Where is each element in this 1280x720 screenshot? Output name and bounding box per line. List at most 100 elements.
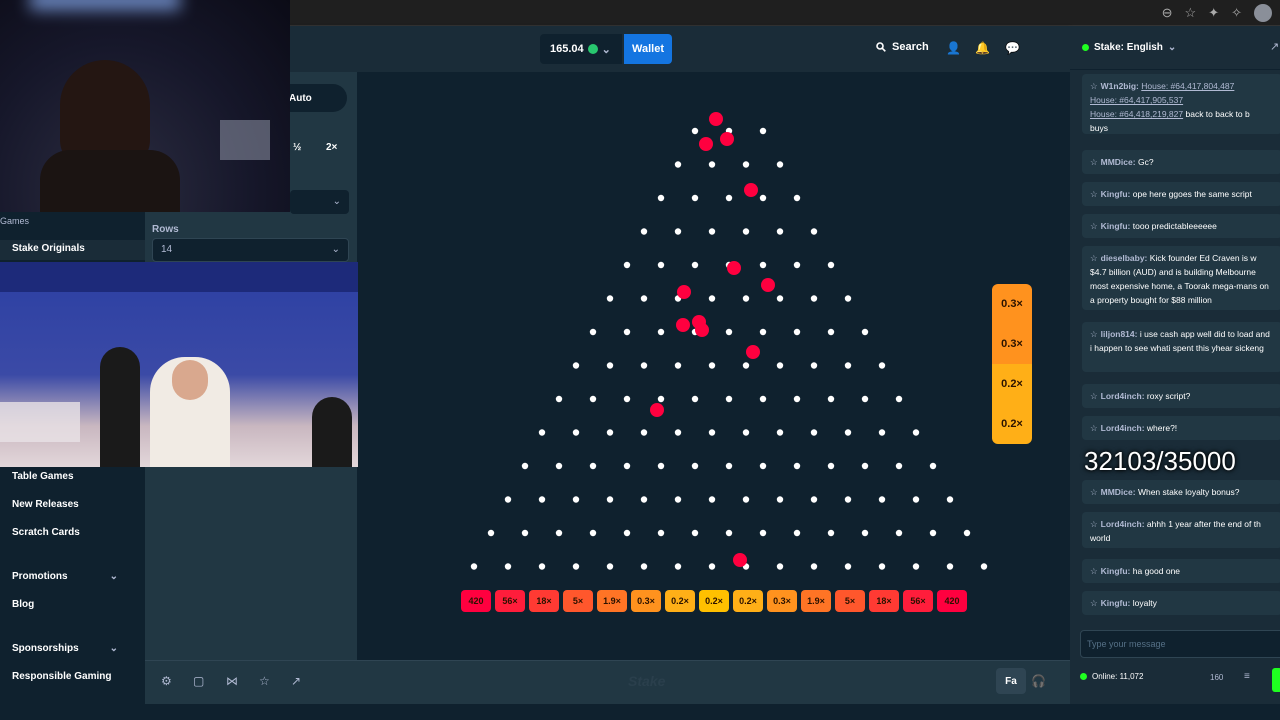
peg [606,429,614,436]
favourite-star-icon[interactable]: ☆ [259,674,270,688]
chat-username[interactable]: Kingfu: [1101,189,1131,199]
wallet-button[interactable]: Wallet [624,34,672,64]
peg [589,395,597,403]
profile-avatar[interactable] [1254,4,1272,22]
chat-text: When stake loyalty bonus? [1137,487,1240,497]
multiplier-bin: 0.3× [767,590,797,612]
half-bet-button[interactable]: ½ [293,142,301,153]
chat-username[interactable]: MMDice: [1101,487,1136,497]
stake-watermark: Stake [628,673,666,689]
headphones-icon[interactable]: 🎧 [1031,674,1046,688]
peg [742,429,750,436]
peg [725,462,733,470]
sidebar-item-label: Stake Originals [12,243,85,254]
balance-display[interactable]: 165.04 ⌄ [540,34,622,64]
theatre-mode-icon[interactable]: ▢ [193,674,204,688]
peg [861,328,869,336]
webcam2-face [172,360,208,400]
peg [844,429,852,436]
peg [674,362,682,369]
guest-webcam [0,262,358,467]
peg [691,462,699,470]
chat-message: ☆ liljon814: i use cash app well did to l… [1082,322,1280,372]
peg [708,295,716,302]
rows-label: Rows [152,224,179,235]
risk-select[interactable]: ⌄ [290,190,349,214]
notification-icon[interactable]: 🔔 [975,41,990,55]
chat-message-input[interactable]: Type your message [1080,630,1280,658]
chat-link[interactable]: House: #64,417,804,487 [1141,81,1234,91]
user-icon[interactable]: 👤 [946,41,961,55]
star-icon: ☆ [1090,391,1098,401]
sidebar-item-new-releases[interactable]: New Releases [0,499,130,510]
popout-icon[interactable]: ↗ [1270,40,1279,53]
puzzle-icon[interactable]: ✧ [1231,4,1242,22]
sidebar-item-scratch-cards[interactable]: Scratch Cards [0,527,130,538]
coin-icon [587,44,598,54]
chat-room-selector[interactable]: Stake: English ⌄ [1082,42,1176,53]
bookmark-star-icon[interactable]: ☆ [1185,4,1197,22]
history-result: 0.3× [992,324,1032,364]
multiplier-bin: 1.9× [801,590,831,612]
send-button[interactable] [1272,668,1280,692]
peg [538,496,546,503]
peg [606,496,614,503]
multiplier-bin: 1.9× [597,590,627,612]
peg [776,563,784,570]
chat-text: tooo predictableeeeee [1132,221,1217,231]
chat-username[interactable]: MMDice: [1101,157,1136,167]
chevron-down-icon: ⌄ [1167,42,1177,53]
peg [708,161,716,168]
peg [623,395,631,403]
sidebar-item-responsible-gaming[interactable]: Responsible Gaming [0,671,130,682]
peg [793,395,801,403]
chat-link[interactable]: House: #64,418,219,827 [1090,109,1183,119]
chat-username[interactable]: dieselbaby: [1101,253,1148,263]
chat-text: back to back to b [1185,109,1250,119]
peg [912,496,920,503]
online-count: Online: 11,072 [1080,672,1143,681]
chat-rules-icon[interactable]: ≡ [1244,671,1250,682]
sidebar-item-label: Responsible Gaming [12,671,112,682]
ball [677,285,691,299]
rows-select[interactable]: 14 ⌄ [152,238,349,262]
sidebar-item-label: New Releases [12,499,79,510]
chat-link[interactable]: House: #64,417,905,537 [1090,95,1183,105]
double-bet-button[interactable]: 2× [326,142,337,153]
chat-username[interactable]: Kingfu: [1101,566,1131,576]
settings-icon[interactable]: ⚙ [161,674,172,688]
sidebar-item-table-games[interactable]: Table Games [0,471,130,482]
peg [572,362,580,369]
peg [963,529,971,537]
fairness-button[interactable]: Fa [996,668,1026,694]
peg [504,496,512,503]
chat-username[interactable]: Lord4inch: [1101,519,1145,529]
zoom-icon[interactable]: ⊖ [1162,4,1173,22]
multiplier-bin: 5× [563,590,593,612]
peg [776,161,784,168]
peg [929,462,937,470]
sidebar-item-sponsorships[interactable]: Sponsorships ⌄ [0,643,130,654]
ball [720,132,734,146]
chat-username[interactable]: Lord4inch: [1101,423,1145,433]
ball [699,137,713,151]
multiplier-bin: 0.2× [665,590,695,612]
peg [827,395,835,403]
chat-username[interactable]: Lord4inch: [1101,391,1145,401]
chat-toggle-icon[interactable]: 💬 [1005,41,1020,55]
peg [810,496,818,503]
sidebar-item-promotions[interactable]: Promotions ⌄ [0,571,130,582]
chat-username[interactable]: liljon814: [1101,329,1138,339]
chat-username[interactable]: Kingfu: [1101,598,1131,608]
share-icon[interactable]: ↗ [291,674,301,688]
sidebar-item-blog[interactable]: Blog [0,599,130,610]
star-icon: ☆ [1090,598,1098,608]
chat-username[interactable]: W1n2big: [1101,81,1139,91]
peg [742,161,750,168]
search-button[interactable]: Search [876,41,929,53]
sidebar-item-stake-originals[interactable]: Stake Originals [0,240,145,260]
chat-username[interactable]: Kingfu: [1101,221,1131,231]
extension-icon[interactable]: ✦ [1208,4,1219,22]
peg [674,563,682,570]
stats-icon[interactable]: ⋈ [226,674,238,688]
